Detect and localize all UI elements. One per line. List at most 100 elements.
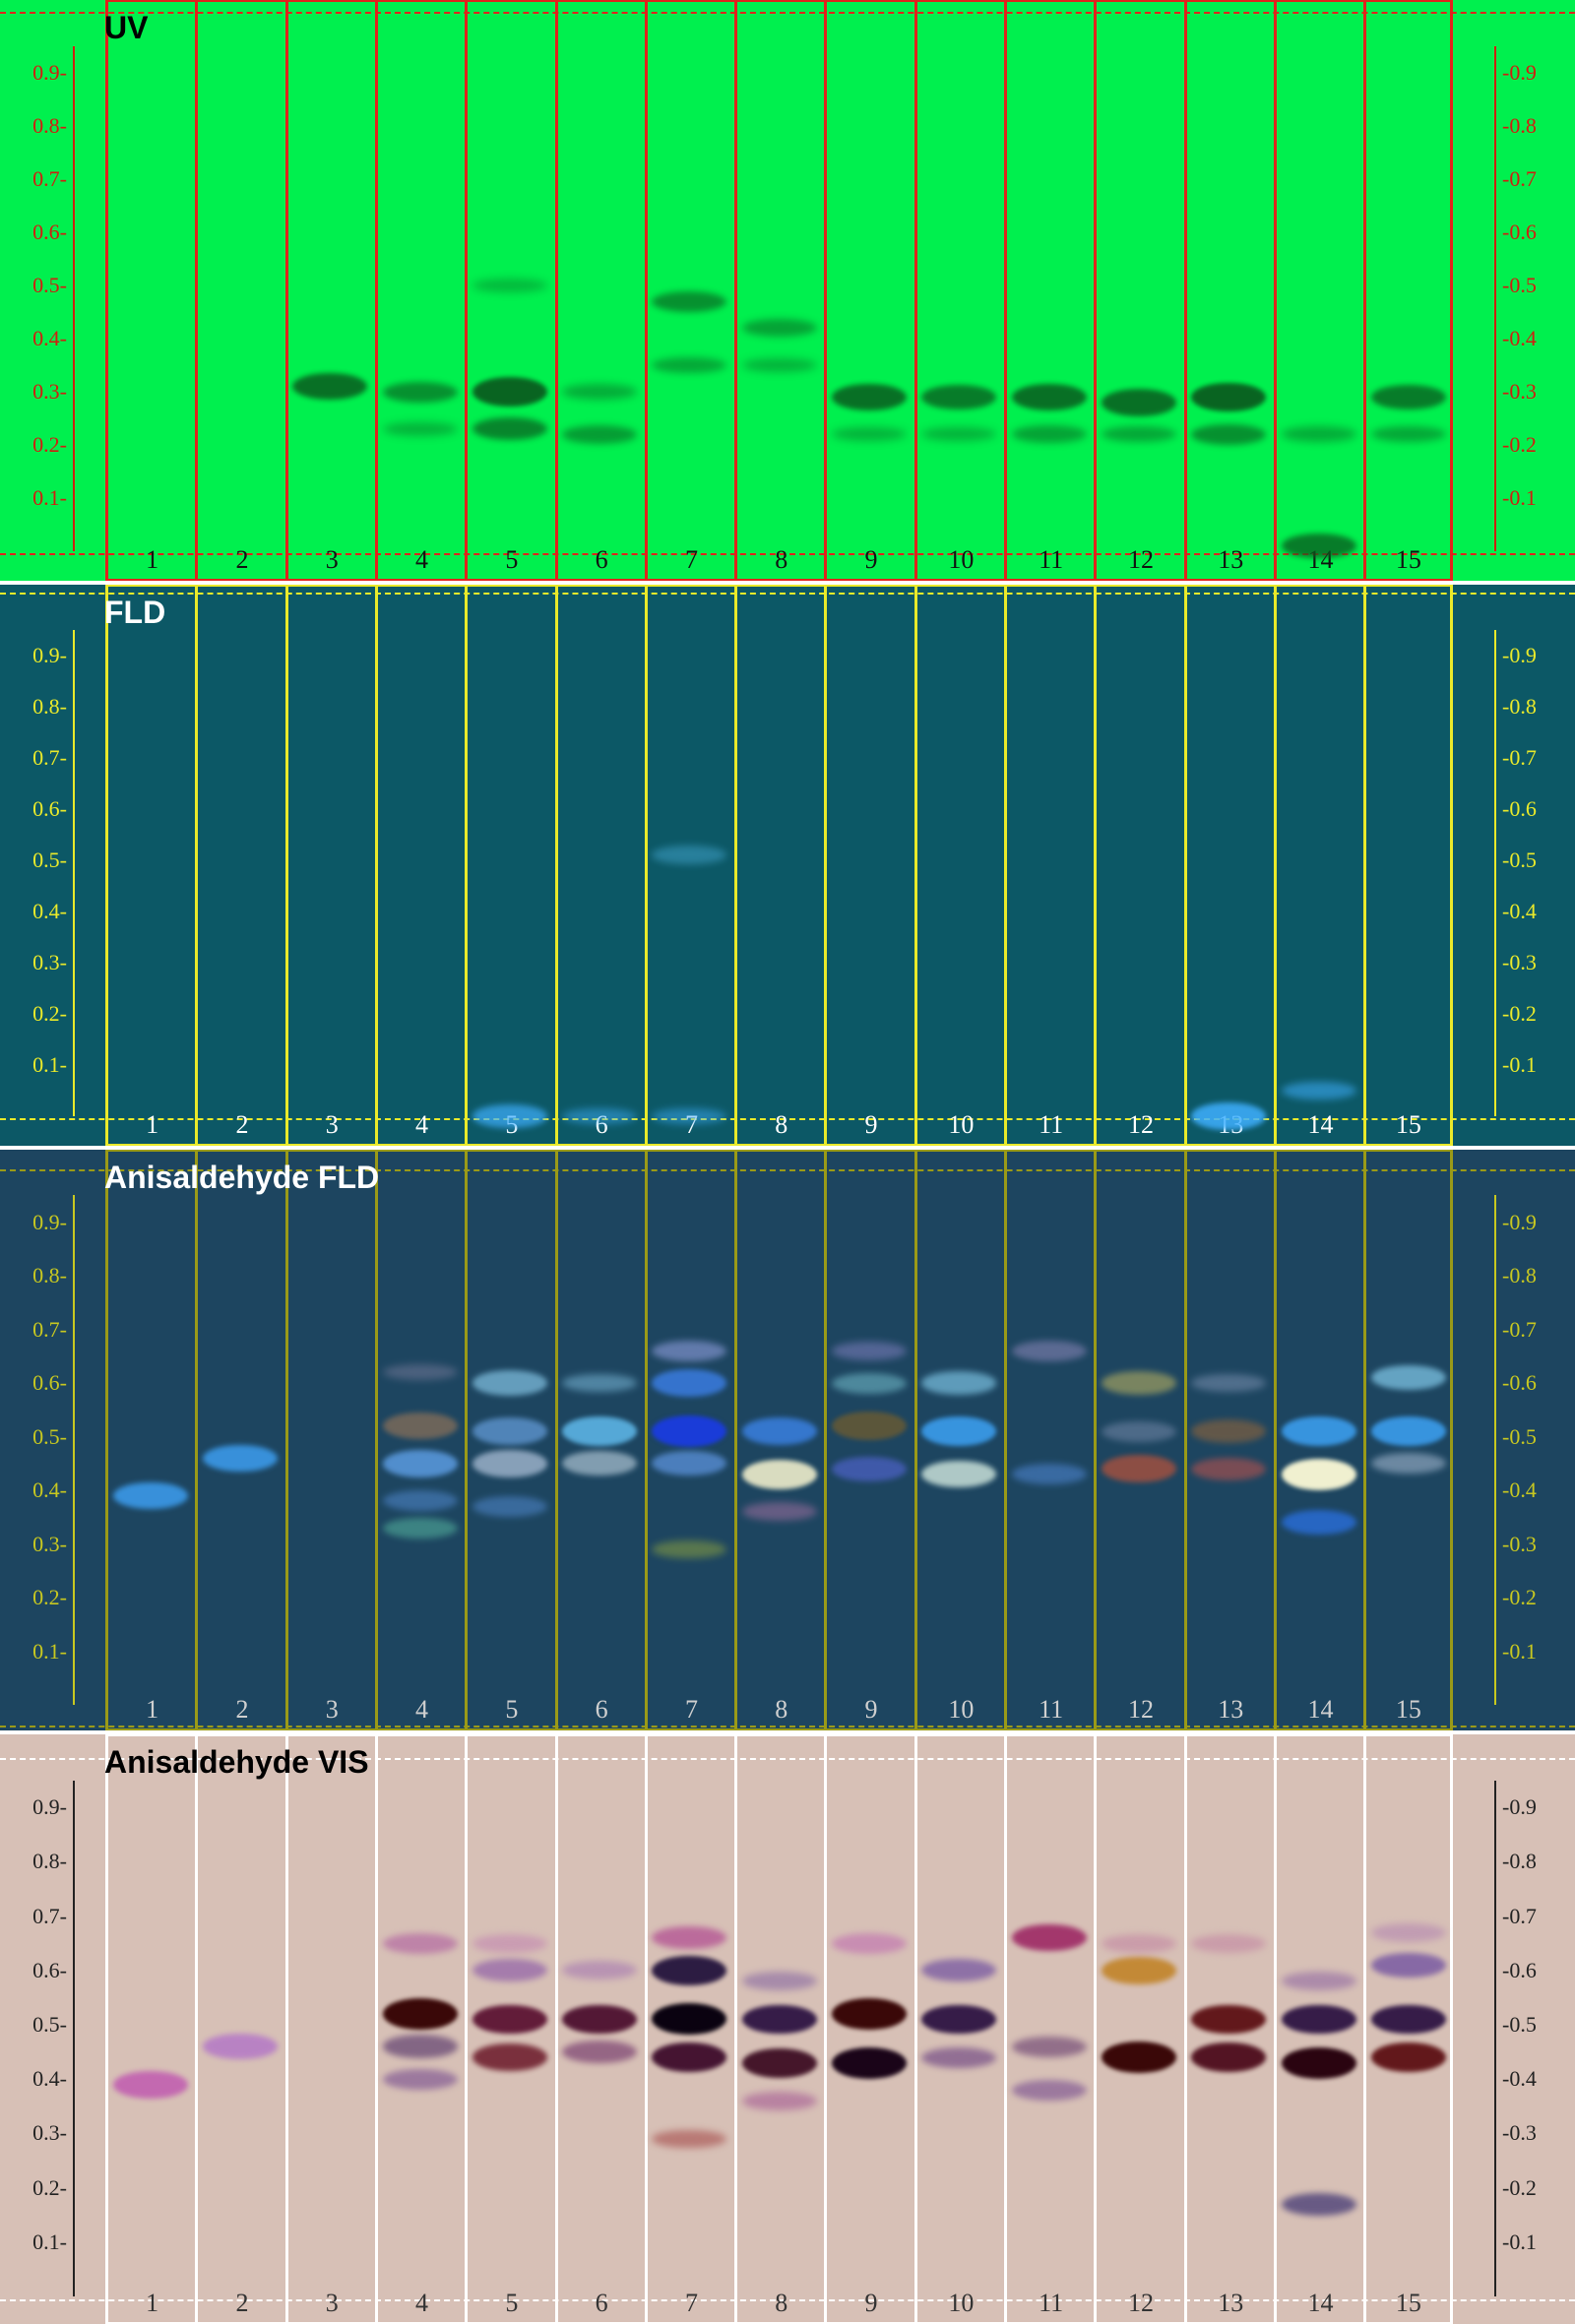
spot-band [832,1456,908,1481]
spot-band [1011,2079,1087,2101]
rf-axis-right: -0.9 -0.8 -0.7 -0.6 -0.5 -0.4 -0.3 -0.2 -0.1 [1494,585,1575,1146]
panel-anisaldehyde-vis: 1 2 3 4 5 6 7 8 9 10 11 12 13 14 15 0.9- 0.8- 0.7- 0.6- 0.5… [0,1734,1575,2324]
lane-9: 9 [824,0,915,581]
rf-tick-label: -0.2 [1502,1585,1537,1609]
rf-tick-label: -0.5 [1502,273,1537,297]
rf-tick-label: -0.1 [1502,485,1537,510]
rf-tick-label: -0.3 [1502,2120,1537,2146]
rf-tick-label: 0.5- [32,848,67,872]
rf-tick-label: -0.1 [1502,1638,1537,1664]
rf-tick-label: 0.3- [32,1531,67,1556]
lane-10: 10 [914,0,1005,581]
rf-tick-label: 0.5- [32,2012,67,2037]
rf-tick-label: -0.7 [1502,1903,1537,1928]
lane-15: 15 [1363,585,1454,1146]
spot-band [1281,533,1356,559]
lanes: 123456789101112131415 [105,585,1454,1146]
spot-band [1101,1933,1176,1953]
rf-axis-right: -0.9 -0.8 -0.7 -0.6 -0.5 -0.4 -0.3 -0.2 -0.1 [1494,1150,1575,1730]
rf-tick-label: 0.2- [32,2174,67,2200]
spot-band [1281,1510,1356,1536]
spot-band [382,2068,458,2090]
spot-band [652,2042,727,2073]
lane-11: 11 [1004,0,1096,581]
lane-number: 11 [1039,1110,1064,1139]
spot-band [832,1341,908,1360]
rf-tick-label: -0.3 [1502,1531,1537,1556]
lane-number: 2 [235,2289,249,2317]
rf-tick-label: 0.8- [32,113,67,138]
spot-band [382,2035,458,2058]
rf-tick-label: -0.5 [1502,1423,1537,1449]
lane-number: 3 [325,1110,339,1139]
lane-8: 8 [734,0,826,581]
lane-9: 9 [824,585,915,1146]
rf-tick-label: -0.4 [1502,2066,1537,2092]
lane-number: 8 [775,1110,788,1139]
lane-number: 11 [1039,1695,1064,1724]
spot-band [202,2034,278,2059]
lane-14: 14 [1273,0,1365,581]
rf-axis-line [73,630,75,1116]
spot-band [472,2004,547,2035]
rf-tick-label: -0.7 [1502,1316,1537,1342]
panel-separator [0,1146,1575,1150]
rf-tick-label: -0.1 [1502,2229,1537,2254]
rf-tick-label: 0.9- [32,1794,67,1820]
lane-number: 6 [595,545,608,574]
lane-3: 3 [284,585,376,1146]
lane-4: 4 [374,585,467,1146]
lane-number: 9 [864,545,878,574]
rf-tick-label: 0.2- [32,432,67,457]
spot-band [382,1932,458,1954]
lane-number: 2 [235,545,249,574]
rf-tick-label: -0.8 [1502,694,1537,719]
rf-tick-label: -0.8 [1502,1849,1537,1874]
spot-band [1101,2041,1176,2074]
spot-band [1281,1458,1356,1490]
spot-band [832,1372,908,1394]
lane-number: 4 [415,545,429,574]
panel-separator [0,581,1575,585]
spot-band [562,1416,638,1446]
spot-band [1370,2042,1446,2073]
spot-band [1101,389,1176,416]
lane-number: 6 [595,1695,608,1724]
spot-band [1011,1923,1087,1952]
spot-band [652,1415,727,1448]
spot-band [1011,1340,1087,1361]
rf-tick-label: 0.8- [32,694,67,719]
lane-number: 4 [415,1695,429,1724]
lane-number: 11 [1039,545,1064,574]
lane-number: 8 [775,1695,788,1724]
spot-band [1281,2046,1356,2079]
rf-tick-label: 0.7- [32,1903,67,1928]
rf-tick-label: 0.6- [32,796,67,821]
spot-band [472,1370,547,1396]
lane-number: 15 [1395,545,1421,574]
spot-band [1101,1371,1176,1395]
lane-number: 14 [1307,2289,1334,2317]
rf-tick-label: 0.6- [32,1957,67,1982]
rf-axis-left: 0.9- 0.8- 0.7- 0.6- 0.5- 0.4- 0.3- 0.2- 0.1- [0,0,75,581]
spot-band [1370,384,1446,410]
lane-1: 1 [105,1734,197,2324]
spot-band [921,1416,997,1446]
lane-number: 12 [1127,2289,1154,2317]
rf-axis-left: 0.9- 0.8- 0.7- 0.6- 0.5- 0.4- 0.3- 0.2- 0.1- [0,1734,75,2324]
spot-band [652,1369,727,1397]
rf-tick-label: -0.9 [1502,60,1537,85]
lane-15: 15 [1363,0,1454,581]
lane-number: 9 [864,1695,878,1724]
spot-band [921,384,997,410]
rf-tick-label: -0.4 [1502,326,1537,350]
spot-band [1011,2036,1087,2057]
lane-1: 1 [105,0,197,581]
lane-11: 11 [1004,1150,1096,1730]
spot-band [652,290,727,312]
lane-6: 6 [554,585,646,1146]
spot-band [472,377,547,407]
spot-band [382,1412,458,1440]
lane-number: 10 [948,545,975,574]
lane-number: 1 [146,2289,159,2317]
